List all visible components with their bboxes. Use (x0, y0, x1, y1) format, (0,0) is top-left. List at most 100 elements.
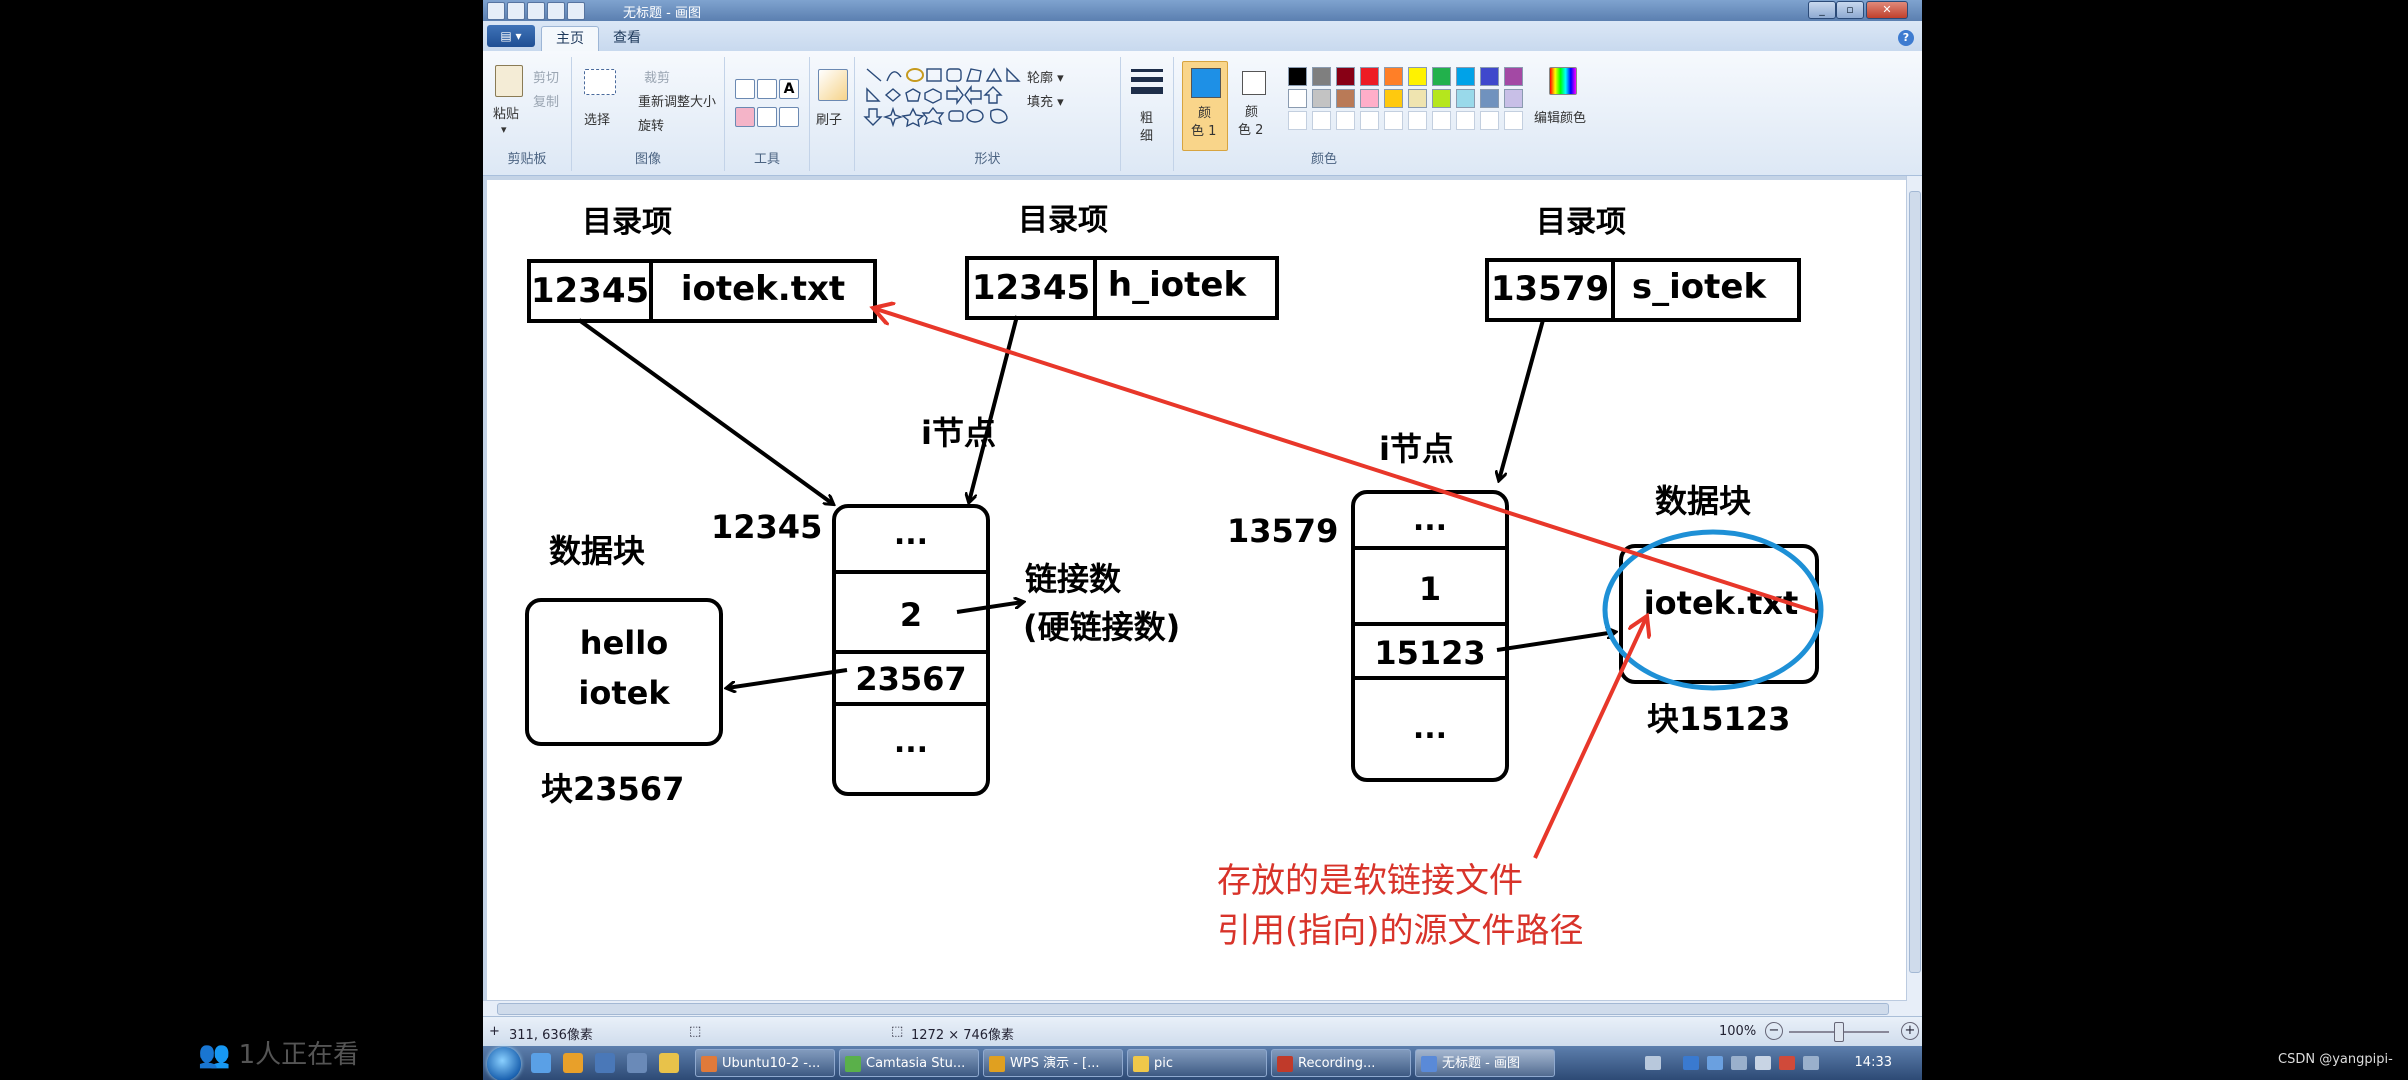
cut-button[interactable]: 剪切 (533, 67, 559, 86)
paste-dropdown-icon[interactable]: ▾ (501, 123, 507, 136)
select-icon[interactable] (584, 69, 616, 95)
minimize-button[interactable]: _ (1808, 1, 1836, 19)
inode1-cell-3: ... (894, 725, 928, 760)
crop-button[interactable]: 裁剪 (644, 67, 670, 86)
palette-swatch[interactable] (1360, 89, 1379, 108)
paste-button[interactable]: 粘贴 (493, 103, 519, 122)
zoom-in-button[interactable]: + (1901, 1022, 1919, 1040)
rotate-button[interactable]: 旋转 (638, 115, 664, 134)
palette-swatch[interactable] (1480, 89, 1499, 108)
brushes-button[interactable]: 刷子 (816, 109, 842, 128)
zoom-out-button[interactable]: − (1765, 1022, 1783, 1040)
flag-icon[interactable] (1779, 1056, 1795, 1070)
task-wps[interactable]: WPS 演示 - [... (983, 1049, 1123, 1077)
tab-home[interactable]: 主页 (541, 26, 599, 52)
edit-colors-icon[interactable] (1549, 67, 1577, 95)
ie-icon[interactable] (531, 1053, 551, 1073)
palette-swatch[interactable] (1456, 111, 1475, 130)
media-player-icon[interactable] (563, 1053, 583, 1073)
redo-icon[interactable] (547, 2, 565, 20)
quick-launch-icon[interactable] (659, 1053, 679, 1073)
help-icon[interactable]: ? (1898, 30, 1914, 46)
task-camtasia[interactable]: Camtasia Stu... (839, 1049, 979, 1077)
outline-button[interactable]: 轮廓 ▾ (1027, 67, 1064, 86)
palette-swatch[interactable] (1456, 67, 1475, 86)
color1-button[interactable]: 颜 色 1 (1182, 61, 1228, 151)
paste-icon[interactable] (495, 65, 523, 97)
paint-menu-button[interactable]: ▤ ▾ (487, 25, 535, 47)
task-recording[interactable]: Recording... (1271, 1049, 1411, 1077)
start-button[interactable] (487, 1047, 521, 1080)
arrow-inode1-to-block1 (727, 668, 848, 688)
palette-swatch[interactable] (1336, 89, 1355, 108)
image-group: 选择 裁剪 重新调整大小 旋转 图像 (572, 57, 725, 171)
keyboard-icon[interactable] (1645, 1056, 1661, 1070)
palette-swatch[interactable] (1384, 67, 1403, 86)
vertical-scroll-thumb[interactable] (1909, 191, 1921, 973)
volume-icon[interactable] (1755, 1056, 1771, 1070)
switch-windows-icon[interactable] (627, 1053, 647, 1073)
close-button[interactable]: ✕ (1866, 1, 1908, 19)
palette-swatch[interactable] (1312, 89, 1331, 108)
palette-swatch[interactable] (1336, 67, 1355, 86)
brush-icon[interactable] (818, 69, 848, 101)
task-ubuntu[interactable]: Ubuntu10-2 -... (695, 1049, 835, 1077)
security-icon[interactable] (1683, 1056, 1699, 1070)
palette-swatch[interactable] (1432, 67, 1451, 86)
palette-swatch[interactable] (1504, 67, 1523, 86)
palette-swatch[interactable] (1312, 111, 1331, 130)
network-icon[interactable] (1707, 1056, 1723, 1070)
maximize-button[interactable]: ▫ (1836, 1, 1864, 19)
copy-button[interactable]: 复制 (533, 91, 559, 110)
text-tool-icon[interactable]: A (779, 79, 799, 99)
color2-button[interactable]: 颜 色 2 (1230, 61, 1274, 149)
vertical-scrollbar[interactable] (1906, 176, 1922, 1016)
pencil-icon[interactable] (735, 79, 755, 99)
clock[interactable]: 14:33 (1855, 1055, 1892, 1070)
palette-swatch[interactable] (1480, 111, 1499, 130)
palette-swatch[interactable] (1336, 111, 1355, 130)
magnifier-icon[interactable] (779, 107, 799, 127)
eraser-icon[interactable] (735, 107, 755, 127)
tab-view[interactable]: 查看 (605, 26, 649, 51)
edit-colors-button[interactable]: 编辑颜色 (1534, 107, 1586, 126)
palette-swatch[interactable] (1480, 67, 1499, 86)
fill-bucket-icon[interactable] (757, 79, 777, 99)
drawing-canvas[interactable]: 目录项 目录项 目录项 12345 iotek.txt 12345 h_iote… (487, 180, 1907, 1000)
palette-swatch[interactable] (1360, 111, 1379, 130)
show-desktop-icon[interactable] (595, 1053, 615, 1073)
task-paint[interactable]: 无标题 - 画图 (1415, 1049, 1555, 1077)
palette-swatch[interactable] (1432, 111, 1451, 130)
palette-swatch[interactable] (1288, 67, 1307, 86)
undo-icon[interactable] (527, 2, 545, 20)
save-icon[interactable] (507, 2, 525, 20)
palette-swatch[interactable] (1504, 111, 1523, 130)
select-button[interactable]: 选择 (584, 109, 610, 128)
horizontal-scrollbar[interactable] (483, 1000, 1907, 1016)
palette-swatch[interactable] (1360, 67, 1379, 86)
fill-button[interactable]: 填充 ▾ (1027, 91, 1064, 110)
palette-swatch[interactable] (1384, 89, 1403, 108)
task-pic[interactable]: pic (1127, 1049, 1267, 1077)
app-icon[interactable] (487, 2, 505, 20)
zoom-slider-thumb[interactable] (1834, 1022, 1844, 1042)
palette-swatch[interactable] (1408, 111, 1427, 130)
task-wps-label: WPS 演示 - [... (1010, 1056, 1100, 1071)
shapes-gallery[interactable] (863, 65, 1033, 135)
tray-icon-2[interactable] (1803, 1056, 1819, 1070)
palette-swatch[interactable] (1504, 89, 1523, 108)
resize-button[interactable]: 重新调整大小 (638, 91, 716, 110)
horizontal-scroll-thumb[interactable] (497, 1003, 1889, 1015)
palette-swatch[interactable] (1312, 67, 1331, 86)
palette-swatch[interactable] (1408, 67, 1427, 86)
color-picker-icon[interactable] (757, 107, 777, 127)
palette-swatch[interactable] (1432, 89, 1451, 108)
palette-swatch[interactable] (1288, 89, 1307, 108)
tray-icon-1[interactable] (1731, 1056, 1747, 1070)
size-button[interactable]: 粗 (1140, 107, 1153, 126)
quick-access-dropdown-icon[interactable] (567, 2, 585, 20)
palette-swatch[interactable] (1288, 111, 1307, 130)
palette-swatch[interactable] (1456, 89, 1475, 108)
palette-swatch[interactable] (1408, 89, 1427, 108)
palette-swatch[interactable] (1384, 111, 1403, 130)
